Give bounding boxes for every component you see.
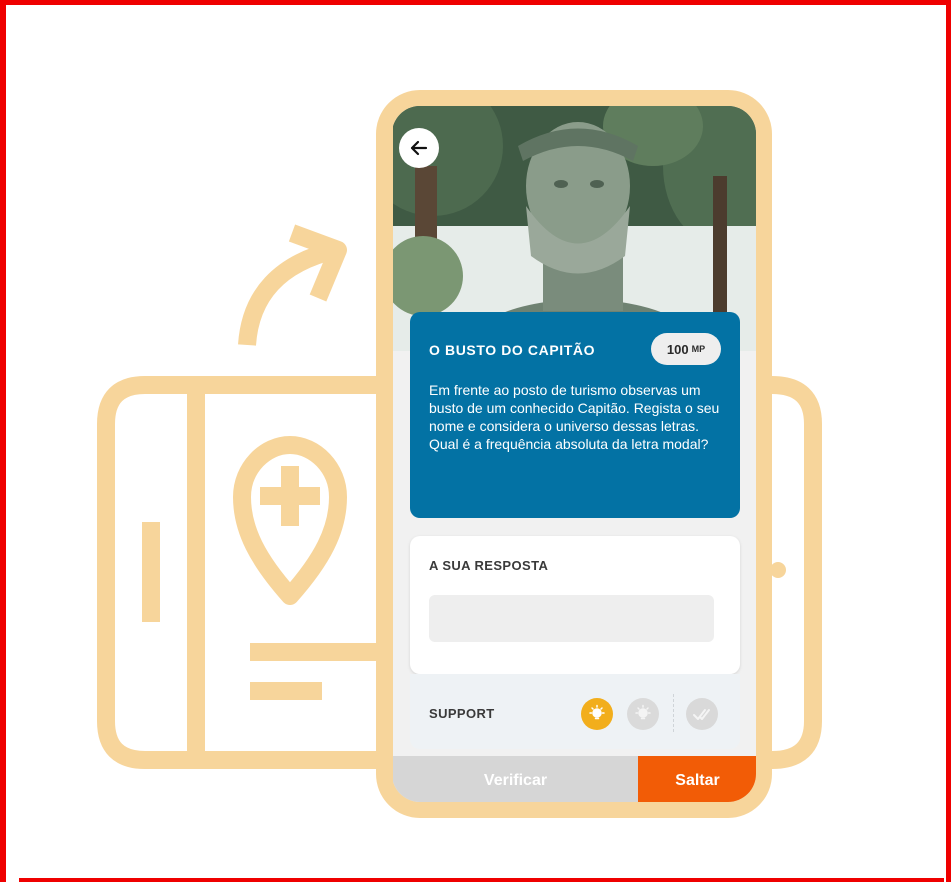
answer-label: A SUA RESPOSTA	[429, 558, 549, 573]
answer-input[interactable]	[429, 595, 714, 642]
skip-button[interactable]: Saltar	[638, 756, 756, 802]
double-check-icon	[693, 709, 710, 720]
support-card: SUPPORT	[410, 674, 740, 749]
answer-card: A SUA RESPOSTA	[410, 536, 740, 674]
show-answer-button[interactable]	[686, 698, 718, 730]
hint-1-button[interactable]	[581, 698, 613, 730]
arrow-left-icon	[410, 140, 428, 156]
phone-screen: O BUSTO DO CAPITÃO 100 MP Em frente ao p…	[393, 106, 756, 802]
points-value: 100	[666, 341, 689, 357]
question-title: O BUSTO DO CAPITÃO	[429, 342, 596, 358]
question-card: O BUSTO DO CAPITÃO 100 MP Em frente ao p…	[410, 312, 740, 518]
lightbulb-icon	[589, 704, 605, 720]
points-unit: MP	[691, 344, 706, 354]
support-divider	[673, 694, 674, 732]
action-bar: Verificar Saltar	[393, 756, 756, 802]
back-button[interactable]	[399, 128, 439, 168]
support-label: SUPPORT	[429, 706, 495, 721]
lightbulb-icon	[635, 704, 651, 720]
verify-button[interactable]: Verificar	[393, 756, 638, 802]
phone-frame: O BUSTO DO CAPITÃO 100 MP Em frente ao p…	[376, 90, 772, 818]
points-badge: 100 MP	[651, 333, 721, 365]
question-text: Em frente ao posto de turismo observas u…	[429, 382, 720, 452]
hint-2-button[interactable]	[627, 698, 659, 730]
